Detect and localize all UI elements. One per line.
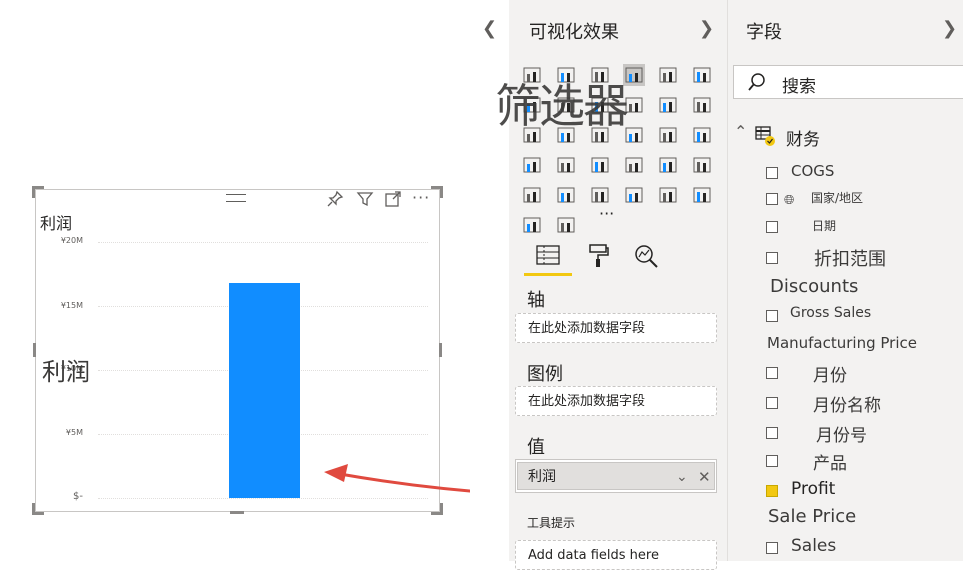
field-checkbox[interactable] xyxy=(766,252,778,264)
field-checkbox[interactable] xyxy=(766,221,778,233)
field-label[interactable]: 月份号 xyxy=(816,421,867,446)
decomposition-tree-icon[interactable] xyxy=(657,184,679,206)
ribbon-icon[interactable] xyxy=(691,94,713,116)
format-paint-roller-icon[interactable] xyxy=(587,243,609,275)
qa-icon[interactable] xyxy=(691,184,713,206)
table-icon xyxy=(755,125,775,151)
chevron-left-icon[interactable]: ❮ xyxy=(482,18,497,39)
y-tick-label: ¥15M xyxy=(60,301,83,310)
field-label[interactable]: 月份名称 xyxy=(813,391,881,416)
field-label[interactable]: 折扣范围 xyxy=(814,245,886,271)
search-placeholder: 搜索 xyxy=(782,77,816,97)
table-icon[interactable] xyxy=(555,184,577,206)
gauge-icon[interactable] xyxy=(589,154,611,176)
field-checkbox[interactable] xyxy=(766,193,778,205)
python-visual-icon[interactable] xyxy=(555,214,577,236)
pane-title: 字段 xyxy=(746,22,782,43)
focus-mode-icon[interactable] xyxy=(384,190,402,212)
field-checkbox[interactable] xyxy=(766,367,778,379)
100-bar-icon[interactable] xyxy=(657,64,679,86)
chart-bar-profit[interactable] xyxy=(229,282,300,498)
globe-icon: 🌐︎ xyxy=(784,193,795,208)
tooltips-well-dropzone[interactable]: Add data fields here xyxy=(515,540,717,570)
more-visuals-icon[interactable]: ··· xyxy=(599,204,614,223)
drag-grip-icon[interactable] xyxy=(226,194,246,202)
fields-tab-icon[interactable] xyxy=(535,243,561,273)
resize-handle-top-right[interactable] xyxy=(431,186,443,198)
field-label[interactable]: Sales xyxy=(791,536,836,556)
visualizations-pane: 可视化效果 ❯ 筛选器 ··· 轴 在此处添加数据字段 图例 在此处添加数据字段… xyxy=(495,0,728,570)
values-field-label: 利润 xyxy=(528,469,556,485)
field-checkbox[interactable] xyxy=(766,455,778,467)
legend-well-label: 图例 xyxy=(527,364,563,385)
search-icon xyxy=(748,72,766,96)
y-tick-label: ¥5M xyxy=(65,428,83,437)
y-tick-label: ¥20M xyxy=(60,236,83,245)
values-well-label: 值 xyxy=(527,437,545,458)
values-field-pill[interactable]: 利润 ⌄ ✕ xyxy=(517,462,715,490)
line-clustered-icon[interactable] xyxy=(657,94,679,116)
field-checkbox[interactable] xyxy=(766,427,778,439)
resize-handle-right[interactable] xyxy=(439,343,442,357)
fields-search-input[interactable]: 搜索 xyxy=(733,65,963,99)
card-icon[interactable] xyxy=(623,154,645,176)
chevron-right-icon[interactable]: ❯ xyxy=(942,18,957,39)
field-label[interactable]: 国家/地区 xyxy=(811,189,863,206)
axis-well-label: 轴 xyxy=(527,290,545,311)
analytics-magnifier-icon[interactable] xyxy=(633,243,659,275)
field-label[interactable]: 日期 xyxy=(812,217,836,234)
field-label[interactable]: 月份 xyxy=(813,361,847,386)
matrix-icon[interactable] xyxy=(589,184,611,206)
multirow-card-icon[interactable] xyxy=(657,154,679,176)
key-influencers-icon[interactable] xyxy=(623,184,645,206)
visual-title: 利润 xyxy=(40,214,73,233)
100-column-icon[interactable] xyxy=(691,64,713,86)
tooltips-well-label: 工具提示 xyxy=(527,516,576,530)
filter-icon[interactable] xyxy=(356,190,374,212)
chevron-right-icon[interactable]: ❯ xyxy=(699,18,714,39)
gridline xyxy=(98,242,428,243)
filled-map-icon[interactable] xyxy=(555,154,577,176)
axis-overlay-label: 利润 xyxy=(42,358,90,386)
field-label[interactable]: Manufacturing Price xyxy=(767,334,917,352)
resize-handle-bottom-left[interactable] xyxy=(32,503,44,515)
pane-title: 可视化效果 xyxy=(529,22,619,43)
resize-handle-left[interactable] xyxy=(33,343,36,357)
field-checkbox[interactable] xyxy=(766,167,778,179)
pin-icon[interactable] xyxy=(326,190,344,212)
field-label[interactable]: Discounts xyxy=(770,276,858,297)
legend-well-dropzone[interactable]: 在此处添加数据字段 xyxy=(515,386,717,416)
field-label[interactable]: Sale Price xyxy=(768,506,856,527)
chevron-up-icon[interactable]: ⌃ xyxy=(734,122,747,141)
table-name[interactable]: 财务 xyxy=(786,125,820,150)
slicer-icon[interactable] xyxy=(521,184,543,206)
field-checkbox[interactable] xyxy=(766,485,778,497)
fields-pane: 字段 ❯ 搜索 ⌃ 财务 COGS 🌐︎ 国家/地区日期折扣范围 Discounts G… xyxy=(728,0,963,561)
kpi-icon[interactable] xyxy=(691,154,713,176)
field-checkbox[interactable] xyxy=(766,397,778,409)
map-icon[interactable] xyxy=(521,154,543,176)
more-options-icon[interactable]: ··· xyxy=(412,188,430,207)
resize-handle-bottom[interactable] xyxy=(230,511,244,514)
r-visual-icon[interactable] xyxy=(521,214,543,236)
axis-well-dropzone[interactable]: 在此处添加数据字段 xyxy=(515,313,717,343)
field-checkbox[interactable] xyxy=(766,310,778,322)
filters-overlay-label: 筛选器 xyxy=(495,79,629,133)
field-label[interactable]: Profit xyxy=(791,479,835,499)
field-label[interactable]: COGS xyxy=(791,162,834,180)
donut-icon[interactable] xyxy=(657,124,679,146)
remove-field-icon[interactable]: ✕ xyxy=(698,463,711,491)
field-label[interactable]: Gross Sales xyxy=(790,305,871,321)
field-label[interactable]: 产品 xyxy=(813,449,847,474)
active-tab-indicator xyxy=(524,273,572,276)
field-checkbox[interactable] xyxy=(766,542,778,554)
treemap-icon[interactable] xyxy=(691,124,713,146)
chevron-down-icon[interactable]: ⌄ xyxy=(676,463,688,491)
y-tick-label: $- xyxy=(73,491,83,502)
resize-handle-top-left[interactable] xyxy=(32,186,44,198)
